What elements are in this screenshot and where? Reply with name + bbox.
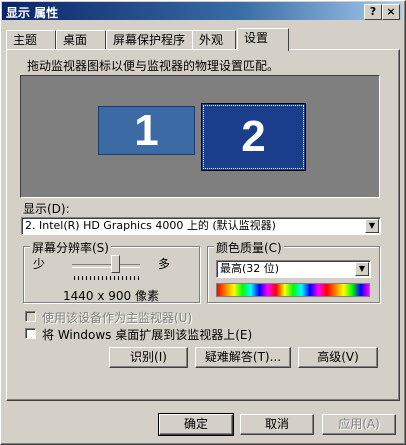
resolution-slider-ticks [74,276,140,280]
primary-monitor-label: 使用该设备作为主监视器(U) [42,311,193,325]
cancel-button[interactable]: 取消 [240,414,314,435]
instruction-text: 拖动监视器图标以便与监视器的物理设置匹配。 [27,59,280,73]
resolution-slider-thumb[interactable] [111,255,120,273]
tab-themes[interactable]: 主题 [6,30,56,49]
color-quality-value: 最高(32 位) [220,262,280,275]
resolution-group-label: 屏幕分辨率(S) [30,239,111,256]
resolution-less-label: 少 [33,257,46,271]
display-label: 显示(D): [23,202,70,216]
chevron-down-icon[interactable]: ▼ [355,262,369,276]
resolution-more-label: 多 [158,257,171,271]
color-quality-select[interactable]: 最高(32 位) ▼ [216,260,371,278]
advanced-button[interactable]: 高级(V) [298,347,378,368]
tab-screensaver[interactable]: 屏幕保护程序 [106,30,198,49]
resolution-value: 1440 x 900 像素 [63,289,159,303]
tab-appearance[interactable]: 外观 [192,30,236,49]
monitor-1-icon[interactable]: 1 [98,106,195,155]
display-select-value: 2. Intel(R) HD Graphics 4000 上的 (默认监视器) [25,219,276,232]
monitor-2-icon[interactable]: 2 [201,103,306,171]
display-select[interactable]: 2. Intel(R) HD Graphics 4000 上的 (默认监视器) … [21,217,381,235]
tab-settings[interactable]: 设置 [237,28,289,51]
tab-desktop[interactable]: 桌面 [56,30,106,49]
color-quality-group-label: 颜色质量(C) [214,239,284,256]
title-bar[interactable]: 显示 属性 ? × [2,2,402,20]
window-title: 显示 属性 [6,6,59,20]
close-button[interactable]: × [382,4,400,20]
color-spectrum-bar [216,283,370,297]
troubleshoot-button[interactable]: 疑难解答(T)... [195,347,291,368]
apply-button[interactable]: 应用(A) [322,414,396,435]
primary-monitor-checkbox[interactable] [25,311,36,322]
extend-desktop-label: 将 Windows 桌面扩展到该监视器上(E) [42,328,253,342]
monitor-arrangement-area[interactable]: 1 2 [20,75,380,198]
ok-button[interactable]: 确定 [158,413,234,436]
help-button[interactable]: ? [364,4,382,20]
chevron-down-icon[interactable]: ▼ [365,219,379,233]
resolution-slider-track[interactable] [72,264,140,268]
identify-button[interactable]: 识别(I) [109,347,188,368]
extend-desktop-checkbox[interactable] [25,328,36,339]
